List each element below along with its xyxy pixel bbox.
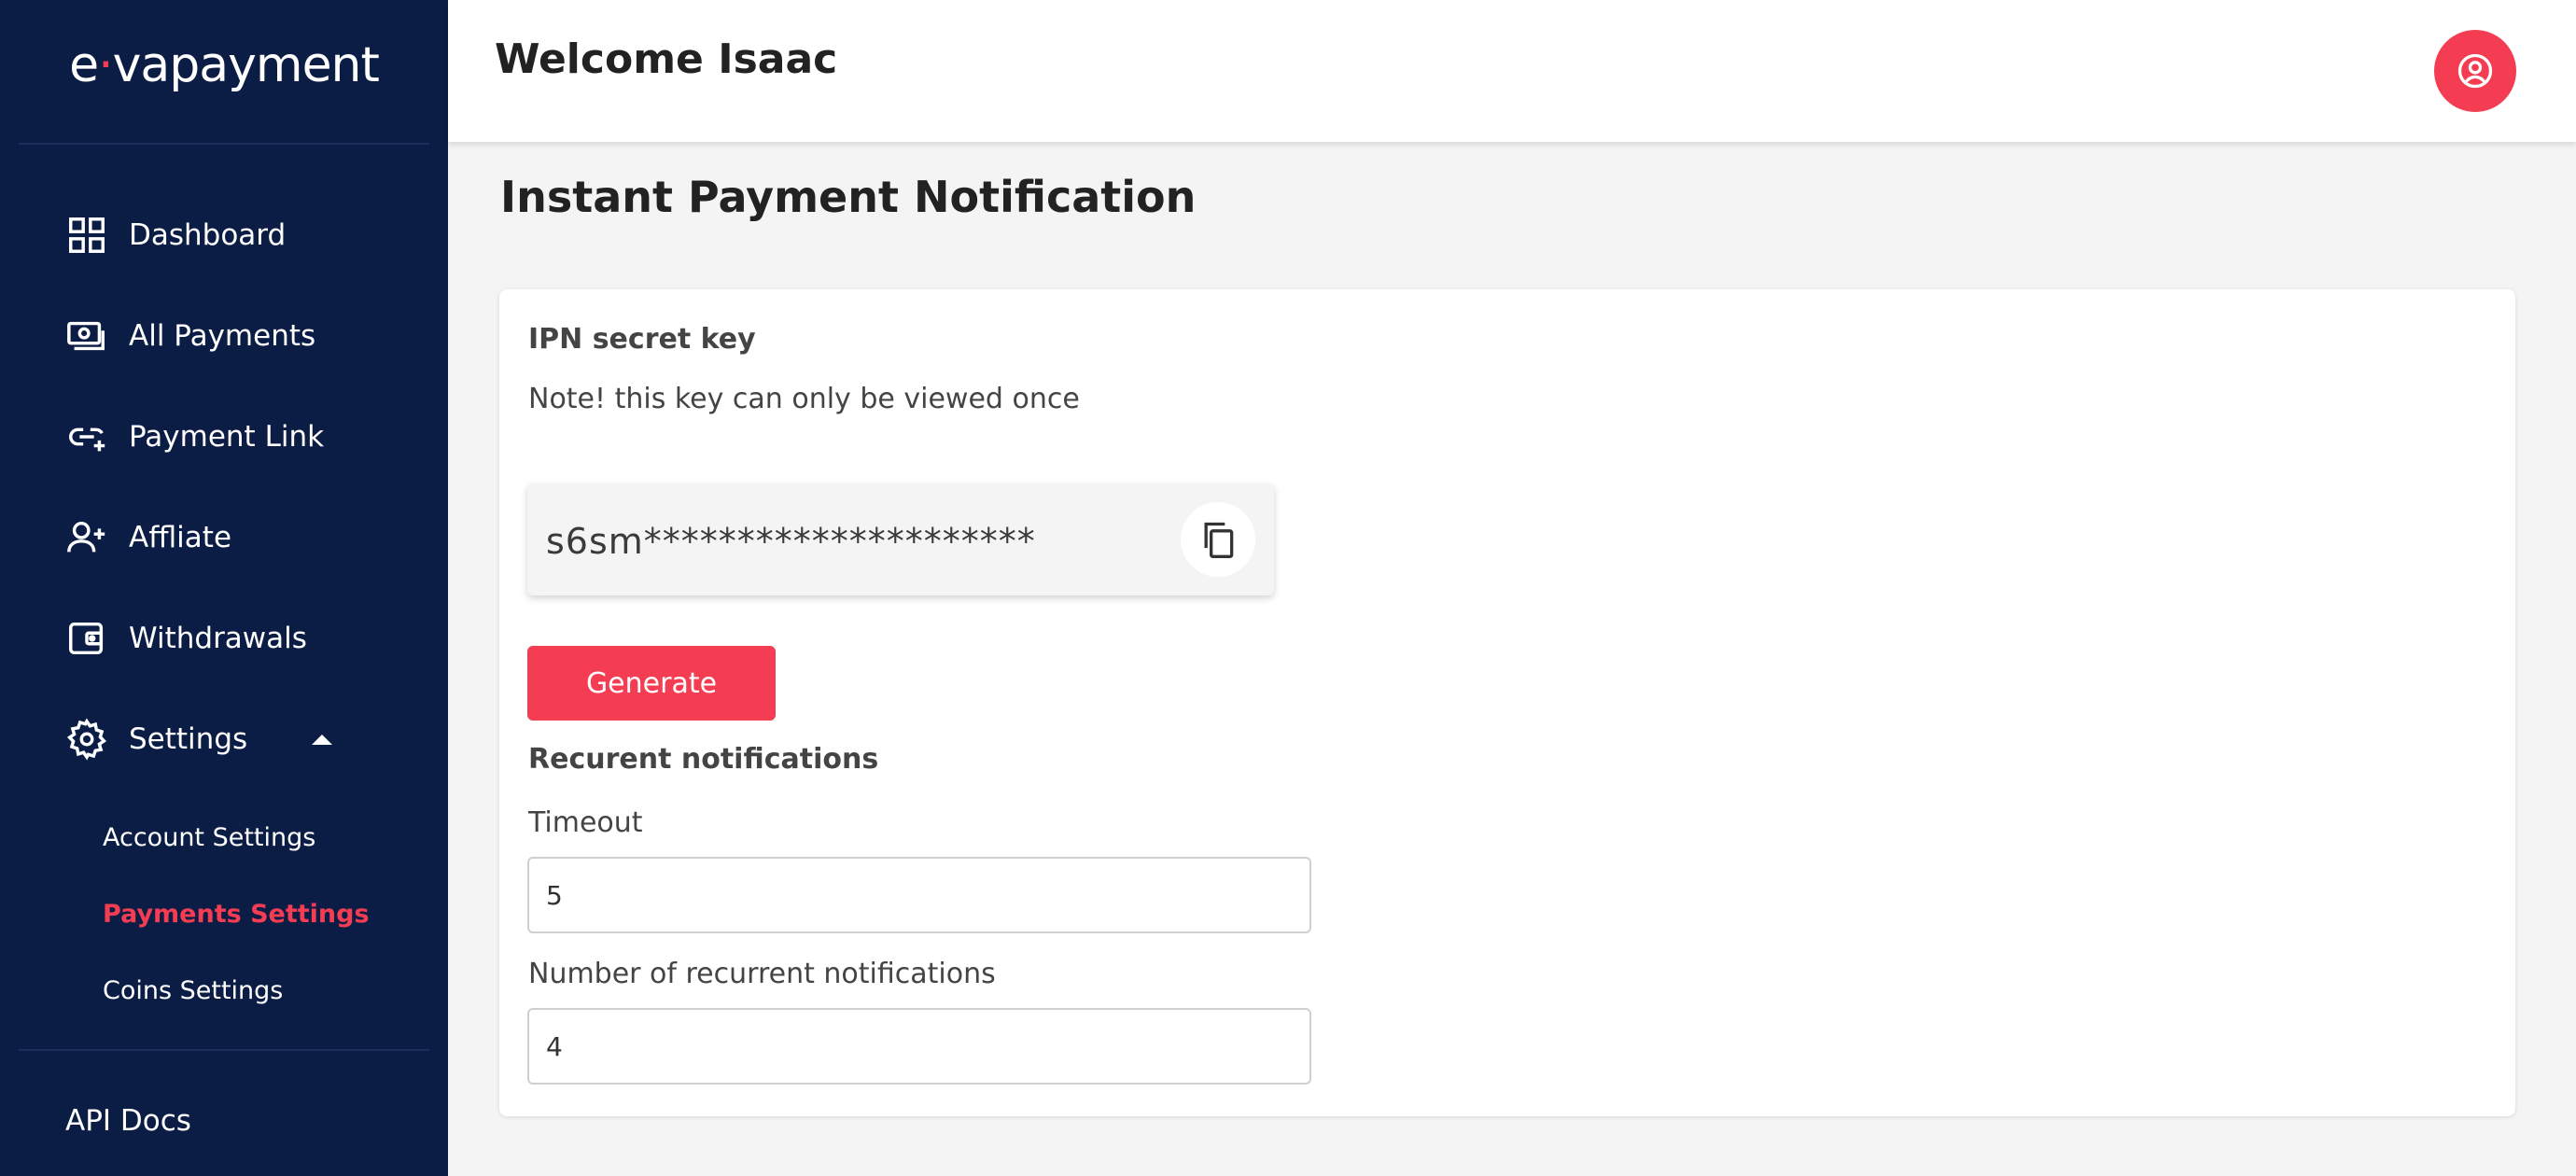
- brand-logo[interactable]: e·vapayment: [0, 37, 448, 93]
- chevron-up-icon[interactable]: [312, 735, 332, 745]
- sidebar-item-label: Payment Link: [129, 420, 325, 454]
- recurrent-count-label: Number of recurrent notifications: [528, 958, 996, 990]
- sidebar-item-label: All Payments: [129, 319, 316, 353]
- secret-key-box: s6sm*********************: [527, 483, 1274, 595]
- sidebar-subitem-payments-settings[interactable]: Payments Settings: [103, 900, 370, 929]
- grid-icon: [65, 214, 108, 257]
- page-title: Instant Payment Notification: [500, 172, 1197, 222]
- secret-key-mask: *********************: [643, 521, 1036, 562]
- recurrent-notifications-heading: Recurent notifications: [528, 743, 879, 776]
- sidebar-item-label: Affliate: [129, 521, 232, 554]
- cash-icon: [65, 315, 108, 357]
- sidebar-item-label: Dashboard: [129, 218, 287, 252]
- sidebar: e·vapayment Dashboard All Payments Payme…: [0, 0, 448, 1176]
- sidebar-item-withdrawals[interactable]: Withdrawals: [65, 610, 307, 666]
- profile-button[interactable]: [2434, 30, 2516, 112]
- logo-text: vapayment: [112, 37, 380, 93]
- copy-icon: [1197, 519, 1239, 560]
- sidebar-item-dashboard[interactable]: Dashboard: [65, 207, 286, 263]
- secret-key-value: s6sm*********************: [546, 521, 1036, 562]
- sidebar-item-payment-link[interactable]: Payment Link: [65, 409, 324, 465]
- user-plus-icon: [65, 516, 108, 559]
- sidebar-divider-bottom: [19, 1049, 429, 1051]
- ipn-note: Note! this key can only be viewed once: [528, 383, 1080, 415]
- wallet-icon: [65, 617, 108, 660]
- sidebar-item-settings[interactable]: Settings: [65, 711, 247, 767]
- welcome-text: Welcome Isaac: [495, 35, 838, 83]
- ipn-settings-card: IPN secret key Note! this key can only b…: [499, 289, 2515, 1116]
- sidebar-subitem-coins-settings[interactable]: Coins Settings: [103, 976, 283, 1005]
- timeout-input[interactable]: [527, 857, 1311, 933]
- sidebar-divider-top: [19, 143, 429, 145]
- copy-button[interactable]: [1181, 502, 1255, 577]
- sidebar-item-all-payments[interactable]: All Payments: [65, 308, 315, 364]
- sidebar-subitem-account-settings[interactable]: Account Settings: [103, 823, 315, 852]
- generate-button[interactable]: Generate: [527, 646, 776, 721]
- logo-prefix: e: [69, 37, 99, 93]
- sidebar-item-label: Settings: [129, 722, 248, 756]
- timeout-label: Timeout: [528, 806, 643, 839]
- user-circle-icon: [2455, 50, 2496, 91]
- link-add-icon: [65, 415, 108, 458]
- gear-icon: [65, 718, 108, 761]
- sidebar-item-label: Withdrawals: [129, 622, 307, 655]
- top-header: Welcome Isaac: [448, 0, 2576, 142]
- sidebar-item-affiliate[interactable]: Affliate: [65, 510, 231, 566]
- sidebar-item-api-docs[interactable]: API Docs: [65, 1093, 191, 1149]
- ipn-secret-key-heading: IPN secret key: [528, 323, 756, 356]
- recurrent-count-input[interactable]: [527, 1008, 1311, 1085]
- logo-accent-dot: ·: [98, 37, 114, 93]
- secret-key-prefix: s6sm: [546, 521, 644, 562]
